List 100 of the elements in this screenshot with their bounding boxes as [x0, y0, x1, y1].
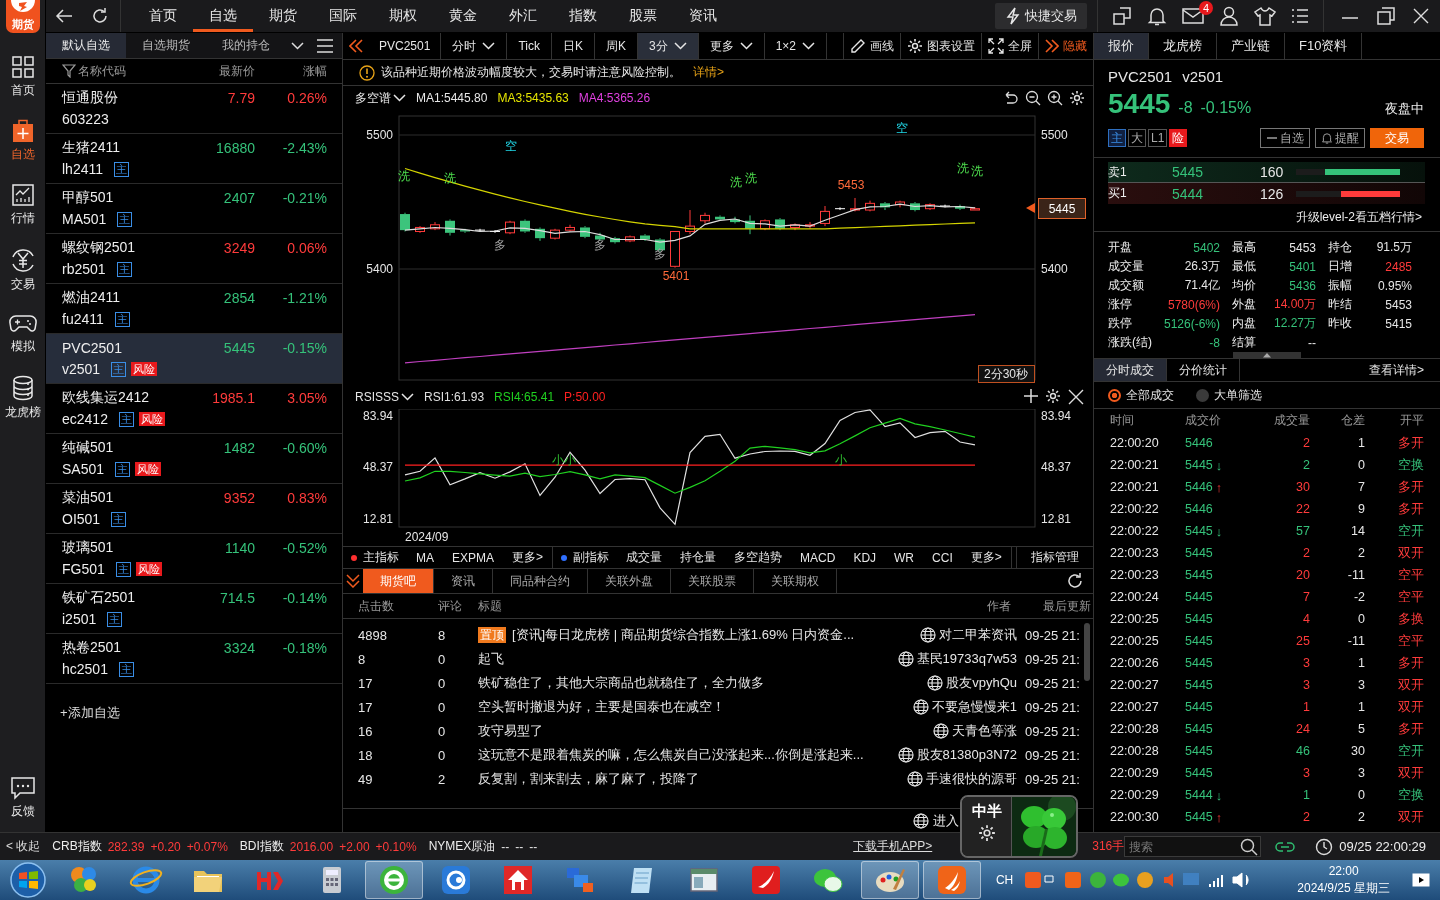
post-title-link[interactable]: 空头暂时撤退为好，主要是国泰也在减空！ [478, 698, 725, 716]
toolbar-button[interactable]: 图表设置 [900, 33, 981, 59]
nav-tab[interactable]: 期权 [373, 0, 433, 32]
double-chevron-left-icon[interactable] [349, 39, 363, 53]
indicator-tab[interactable]: 成交量 [617, 547, 672, 568]
indicator-tab[interactable]: EXPMA [443, 547, 503, 568]
indicator-manage-button[interactable]: 指标管理 [1016, 547, 1093, 568]
floating-widget[interactable]: 中半 [960, 795, 1078, 858]
toolbar-button[interactable]: 隐藏 [1038, 33, 1093, 59]
indicator-tab[interactable]: WR [885, 547, 924, 568]
watchlist-row[interactable]: 纯碱501 1482 -0.60% SA501 主 风险 [46, 434, 342, 484]
taskbar-app[interactable] [923, 861, 981, 899]
post-title-link[interactable]: [资讯]每日龙虎榜 | 商品期货综合指数上涨1.69% 日内资金... [512, 626, 855, 644]
nav-tab[interactable]: 国际 [313, 0, 373, 32]
zoom-out-icon[interactable] [1025, 90, 1041, 106]
rail-item[interactable]: 模拟 [8, 313, 37, 353]
watchlist-row[interactable]: 恒通股份 7.79 0.26% 603223 [46, 84, 342, 134]
refresh-icon[interactable] [1065, 571, 1085, 591]
nav-tab[interactable]: 自选 [193, 0, 253, 32]
period-tab[interactable]: 日K [551, 33, 595, 59]
post-title-link[interactable]: 这玩意不是跟着焦炭的嘛，怎么焦炭自己没涨起来...你倒是涨起来... [478, 746, 864, 764]
quote-tab[interactable]: 龙虎榜 [1149, 33, 1217, 59]
scrollbar[interactable] [1084, 623, 1090, 681]
link-icon[interactable] [1275, 839, 1296, 854]
expand-handle-icon[interactable] [1233, 352, 1301, 358]
period-tab[interactable]: 3分 [637, 33, 699, 59]
indicator-tab[interactable]: MA [407, 547, 443, 568]
toolbar-button[interactable]: 画线 [843, 33, 900, 59]
watchlist-row[interactable]: 热卷2501 3324 -0.18% hc2501 主 [46, 634, 342, 684]
indicator-selector[interactable]: RSISSS [355, 390, 414, 404]
watchlist-tab[interactable]: 默认自选 [46, 33, 126, 58]
quick-trade-button[interactable]: 快捷交易 [995, 3, 1087, 29]
feedback-button[interactable]: 反馈 [9, 776, 36, 818]
watchlist-row[interactable]: 螺纹钢2501 3249 0.06% rb2501 主 [46, 234, 342, 284]
quote-tab[interactable]: 产业链 [1217, 33, 1285, 59]
info-tab[interactable]: 资讯 [434, 569, 493, 593]
post-title-link[interactable]: 攻守易型了 [478, 722, 543, 740]
watchlist-row[interactable]: 生猪2411 16880 -2.43% lh2411 主 [46, 134, 342, 184]
info-tab[interactable]: 关联股票 [671, 569, 754, 593]
nav-tab[interactable]: 期货 [253, 0, 313, 32]
indicator-tab[interactable]: CCI [923, 547, 962, 568]
indicator-tab[interactable]: 更多> [961, 547, 1011, 568]
watchlist-tab[interactable]: 自选期货 [126, 33, 206, 58]
watchlist-button[interactable]: 自选 [1260, 128, 1310, 148]
filter-icon[interactable] [62, 64, 76, 78]
collapse-button[interactable]: < 收起 [0, 838, 47, 855]
settings-icon[interactable] [1045, 388, 1061, 404]
show-desktop-icon[interactable] [1412, 873, 1430, 887]
plus-icon[interactable] [1023, 388, 1039, 404]
info-tab[interactable]: 关联期权 [754, 569, 837, 593]
indicator-tab[interactable]: 多空趋势 [725, 547, 792, 568]
trade-tab[interactable]: 分价统计 [1167, 359, 1240, 381]
info-tab[interactable]: 关联外盘 [588, 569, 671, 593]
watchlist-row[interactable]: 欧线集运2412 1985.1 3.05% ec2412 主 风险 [46, 384, 342, 434]
watchlist-row[interactable]: 菜油501 9352 0.83% OI501 主 [46, 484, 342, 534]
close-icon[interactable] [1067, 388, 1085, 406]
indicator-tab[interactable]: 更多> [503, 547, 553, 568]
nav-tab[interactable]: 黄金 [433, 0, 493, 32]
watchlist-row[interactable]: 铁矿石2501 714.5 -0.14% i2501 主 [46, 584, 342, 634]
period-tab[interactable]: Tick [507, 33, 552, 59]
upgrade-link[interactable]: 升级level-2看五档行情> [1295, 209, 1422, 226]
period-tab[interactable]: 更多 [698, 33, 765, 59]
taskbar-app[interactable] [861, 861, 919, 899]
add-watchlist-link[interactable]: +添加自选 [60, 704, 120, 722]
toolbar-button[interactable]: 全屏 [981, 33, 1038, 59]
post-title-link[interactable]: 铁矿稳住了，其他大宗商品也就稳住了，全力做多 [478, 674, 764, 692]
period-tab[interactable]: 分时 [441, 33, 508, 59]
period-tab[interactable]: 周K [594, 33, 638, 59]
rail-item[interactable]: 首页 [10, 55, 35, 97]
indicator-selector[interactable]: 多空谱 [355, 89, 406, 107]
quote-tab[interactable]: 报价 [1094, 33, 1149, 59]
indicator-group-button[interactable]: 主指标 [343, 547, 407, 568]
search-icon[interactable] [1240, 838, 1259, 856]
user-icon[interactable] [1219, 6, 1239, 26]
rail-item[interactable]: 行情 [10, 183, 35, 225]
download-link[interactable]: 下载手机APP> [853, 838, 933, 855]
zoom-in-icon[interactable] [1047, 90, 1063, 106]
refresh-icon[interactable] [90, 6, 110, 26]
watchlist-row[interactable]: PVC2501 5445 -0.15% v2501 主 风险 [46, 334, 342, 384]
quote-tab[interactable]: F10资料 [1285, 33, 1363, 59]
indicator-tab[interactable]: MACD [791, 547, 845, 568]
details-link[interactable]: 查看详情> [1369, 359, 1440, 381]
watchlist-row[interactable]: 玻璃501 1140 -0.52% FG501 主 风险 [46, 534, 342, 584]
indicator-tab[interactable]: KDJ [844, 547, 886, 568]
info-tab[interactable]: 同品种合约 [493, 569, 588, 593]
indicator-tab[interactable]: 持仓量 [671, 547, 726, 568]
list-icon[interactable] [1291, 7, 1309, 25]
settings-icon[interactable] [977, 824, 996, 842]
rail-item[interactable]: 交易 [9, 247, 36, 291]
search-field[interactable]: 搜索 [1124, 836, 1262, 857]
chevron-down-icon[interactable] [291, 41, 304, 50]
app-logo[interactable]: 期货 [5, 0, 40, 33]
radio-button[interactable] [1108, 388, 1121, 402]
close-icon[interactable] [1412, 7, 1430, 25]
nav-tab[interactable]: 指数 [553, 0, 613, 32]
nav-tab[interactable]: 外汇 [493, 0, 553, 32]
nav-tab[interactable]: 首页 [133, 0, 193, 32]
rail-item[interactable]: 自选 [10, 119, 35, 161]
period-tab[interactable]: 1×2 [764, 33, 827, 59]
watchlist-tab[interactable]: 我的持仓 [206, 33, 286, 58]
